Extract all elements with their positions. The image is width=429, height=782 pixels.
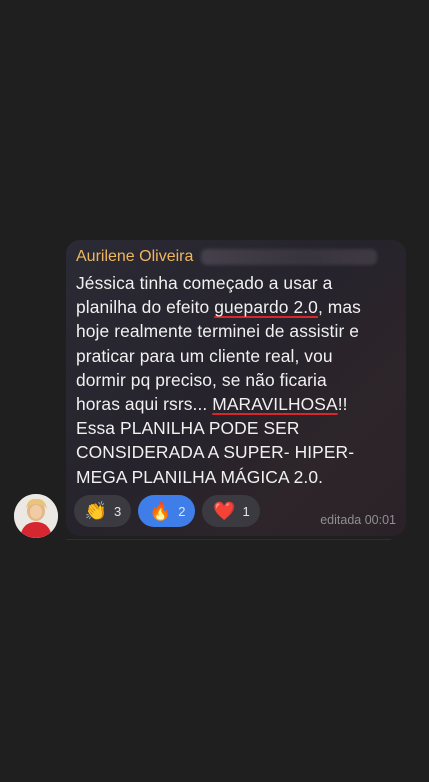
sender-name[interactable]: Aurilene Oliveira	[76, 248, 193, 266]
fire-icon: 🔥	[149, 501, 172, 521]
heart-icon: ❤️	[213, 501, 236, 521]
edited-timestamp: editada 00:01	[320, 513, 396, 527]
reaction-count: 3	[114, 503, 122, 519]
reactions-bar: 👏 3 🔥 2 ❤️ 1	[74, 495, 260, 527]
avatar-photo	[14, 494, 58, 538]
sender-row: Aurilene Oliveira	[76, 246, 396, 268]
reaction-fire[interactable]: 🔥 2	[138, 495, 196, 527]
underlined-phrase-guepardo: guepardo 2.0	[214, 297, 318, 318]
message-bubble[interactable]: Aurilene Oliveira Jéssica tinha começado…	[66, 240, 406, 536]
clapping-hands-icon: 👏	[84, 501, 108, 521]
divider	[66, 539, 391, 540]
underlined-phrase-maravilhosa: MARAVILHOSA	[212, 394, 338, 415]
reaction-count: 2	[178, 503, 186, 519]
chat-view: Aurilene Oliveira Jéssica tinha começado…	[0, 0, 429, 782]
blurred-sender-info	[201, 249, 378, 265]
reaction-clap[interactable]: 👏 3	[74, 495, 132, 527]
reaction-heart[interactable]: ❤️ 1	[202, 495, 260, 527]
reaction-count: 1	[242, 503, 250, 519]
message-text: Jéssica tinha começado a usar a planilha…	[76, 271, 396, 489]
avatar[interactable]	[14, 494, 58, 538]
